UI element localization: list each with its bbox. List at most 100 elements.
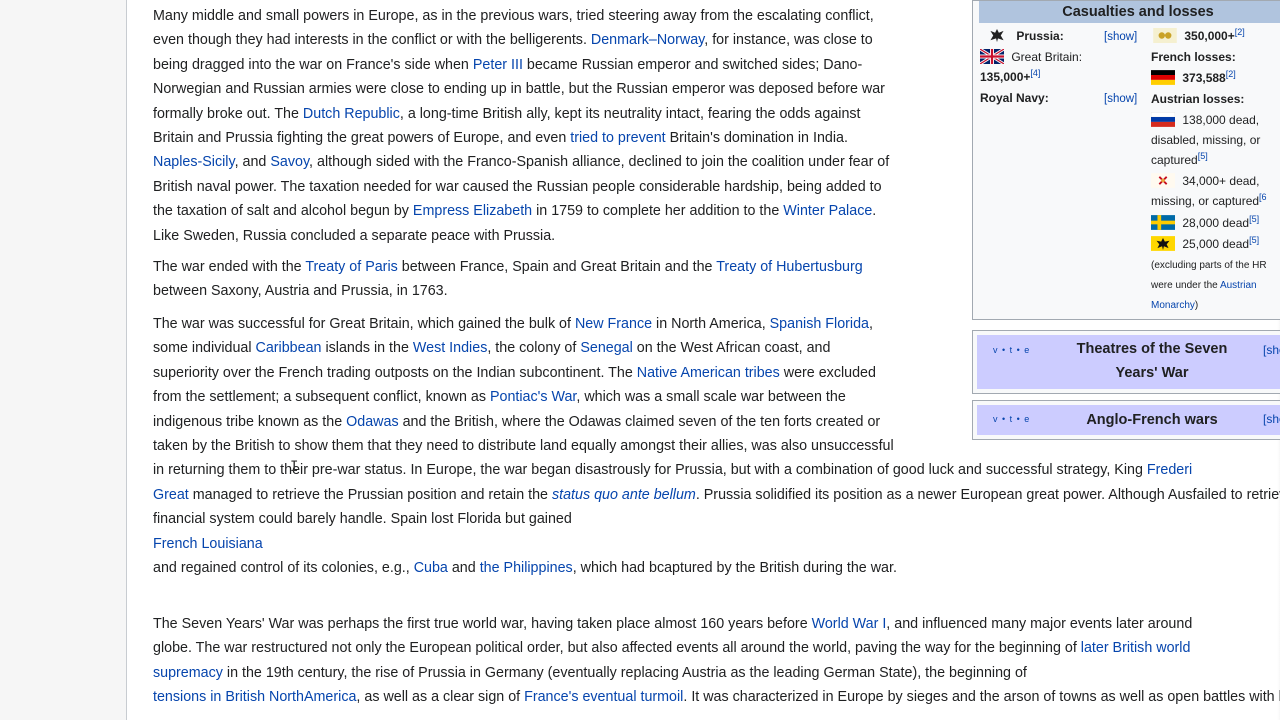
navbox-anglo-french-show[interactable]: [she [1263,412,1280,426]
navbox-anglo-french-vte[interactable]: v • t • e [993,414,1030,424]
sweden-value: 28,000 dead [1182,216,1250,230]
left-sidebar-blank [0,0,126,720]
russia-ref[interactable]: [5] [1198,151,1208,161]
note-line2-row: were under the Austrian [1151,276,1257,297]
french-losses-label: French losses: [1151,50,1236,64]
hre-value: 25,000 dead [1182,237,1250,251]
russia-flag-icon [1151,112,1175,127]
text-run: , which was a small scale war between th… [576,389,846,406]
navbox-theatres-title[interactable]: Theatres of the Seven Years' War [1047,337,1257,385]
text-run: , for instance, was close to [704,32,873,49]
text-run: . Prussia solidified its position as a n… [695,486,1193,503]
text-run: were excluded [779,364,876,381]
text-run: globe. The war restructured not only the… [153,640,1081,657]
article-link[interactable]: Frederi [1147,462,1192,478]
paragraph-neutral-powers: Many middle and small powers in Europe, … [153,4,889,248]
article-link[interactable]: Treaty of Paris [305,259,397,275]
article-link[interactable]: Treaty of Hubertusburg [716,259,862,275]
text-run: . [872,203,877,220]
gb-value-row: 135,000+[4] [980,67,1040,88]
article-link[interactable]: Cuba [414,560,448,576]
article-link[interactable]: the Philippines [480,560,573,576]
text-run: , and influenced many major events later… [886,616,1193,632]
text-run: in the 19th century, the rise of Prussia… [222,664,1027,681]
article-link[interactable]: Savoy [270,154,309,170]
german-tricolor-flag-icon [1151,70,1175,85]
text-run: islands in the [321,340,413,357]
gb-ref[interactable]: [4] [1030,68,1040,78]
article-link[interactable]: Odawas [346,414,398,430]
prussia-show-link[interactable]: [show] [1104,27,1137,48]
article-link[interactable]: Peter III [473,57,523,73]
text-run: from the settlement; a subsequent confli… [153,389,490,406]
article-link[interactable]: tensions in British North [153,689,304,705]
text-run: , [868,316,873,332]
sweden-flag-icon [1151,215,1175,230]
article-link[interactable]: Senegal [580,340,632,356]
article-link[interactable]: Pontiac's War [490,389,576,405]
text-run: and regained control of its colonies, e.… [153,560,414,577]
article-link[interactable]: Winter Palace [783,203,872,219]
paragraph-treaty: The war ended with the Treaty of Paris b… [153,255,863,304]
text-run: , although sided with the Franco-Spanish… [309,154,890,171]
russia-line3-row: captured[5] [1151,150,1208,171]
text-run: Britain's domination in India. [665,130,848,147]
french-losses-label-row: French losses: [1151,47,1236,68]
italic-link[interactable]: status quo ante bellum [552,487,696,503]
navbox-theatres-vte[interactable]: v • t • e [993,345,1030,355]
note-line2: were under the [1151,280,1220,291]
text-run: British naval power. The taxation needed… [153,178,882,195]
gb-value: 135,000+ [980,70,1031,84]
sweden-ref[interactable]: [5] [1249,214,1259,224]
article-link[interactable]: Spanish Florida [770,316,869,332]
article-link[interactable]: West Indies [413,340,487,356]
article-link[interactable]: Great [153,487,189,503]
article-link[interactable]: Caribbean [256,340,322,356]
note-line1: (excluding parts of the HR [1151,260,1267,271]
article-link[interactable]: Dutch Republic [303,106,400,122]
text-run: The Seven Years' War was perhaps the fir… [153,616,812,632]
paragraph-world-war: The Seven Years' War was perhaps the fir… [153,612,1280,710]
article-link[interactable]: supremacy [153,665,223,681]
russia-line1: 138,000 dead, [1182,113,1260,127]
monarchy-link[interactable]: Monarchy [1151,300,1195,311]
text-run: , as well as a clear sign of [356,689,525,706]
text-run: . It was characterized in Europe by sieg… [683,689,1280,706]
article-link[interactable]: later British world [1081,640,1191,656]
royal-navy-row: Royal Navy: [980,88,1049,109]
spain-row: 34,000+ dead, [1151,171,1259,192]
navbox-anglo-french-title[interactable]: Anglo-French wars [1047,408,1257,432]
article-link[interactable]: Naples-Sicily [153,154,235,170]
article-link[interactable]: Native American tribes [637,365,780,381]
france-top-value: 350,000+ [1184,29,1235,43]
text-run: and the British, where the Odawas claime… [398,413,881,430]
text-run: in returning them to their pre-war statu… [153,462,1147,479]
royal-navy-show-link[interactable]: [show] [1104,89,1137,110]
french-losses-ref[interactable]: [2] [1226,69,1236,79]
france-top-row: 350,000+[2] [1153,26,1245,47]
article-link[interactable]: World War I [812,616,887,632]
text-run: became Russian emperor and switched side… [522,56,863,73]
prussian-eagle-icon [990,28,1004,43]
article-link[interactable]: French Louisiana [153,536,263,552]
text-run: Many middle and small powers in Europe, … [153,8,874,24]
text-run: , and [234,154,271,171]
article-link[interactable]: tried to prevent [570,130,665,146]
france-top-ref[interactable]: [2] [1235,27,1245,37]
article-link[interactable]: New France [575,316,652,332]
article-link[interactable]: Empress Elizabeth [413,203,532,219]
spain-ref[interactable]: [6 [1259,192,1267,202]
article-link[interactable]: Denmark–Norway [591,32,704,48]
text-run: , which had b [572,560,657,577]
russia-line3: captured [1151,153,1198,167]
text-run: in 1759 to complete her addition to the [532,203,784,220]
article-link[interactable]: America [304,689,356,705]
text-run: on the West African coast, and [632,340,831,357]
hre-ref[interactable]: [5] [1249,235,1259,245]
text-run: Norwegian and Russian armies were close … [153,81,885,98]
text-run: formally broke out. The [153,105,303,122]
navbox-theatres-show[interactable]: [sho [1263,343,1280,357]
article-link[interactable]: France's eventual turmoil [524,689,683,705]
austrian-link[interactable]: Austrian [1220,280,1257,291]
great-britain-flag-icon [980,49,1004,64]
